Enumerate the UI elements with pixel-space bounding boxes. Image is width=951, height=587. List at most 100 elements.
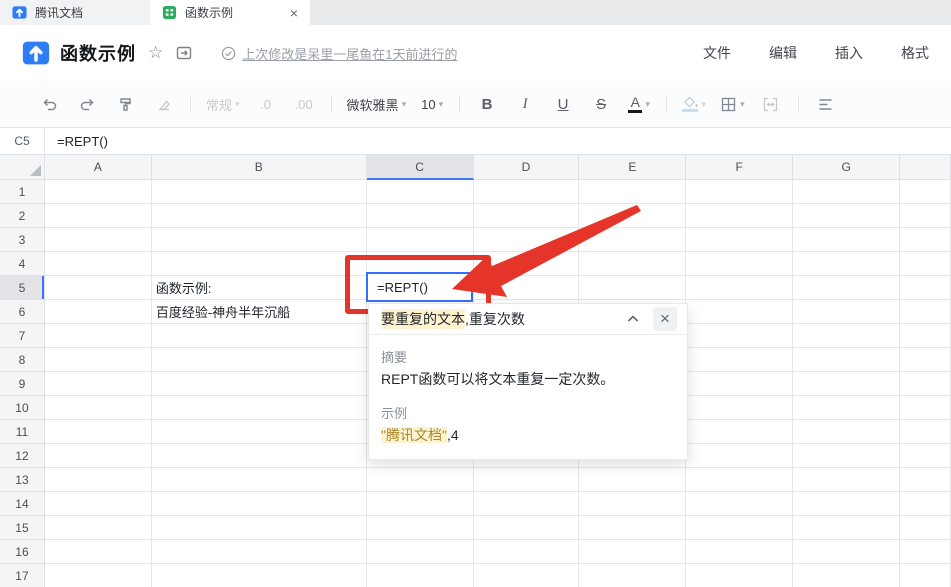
- grid-cell-G3[interactable]: [793, 228, 900, 252]
- row-header-9[interactable]: 9: [0, 372, 45, 396]
- grid-cell-G17[interactable]: [793, 564, 900, 587]
- grid-cell-E5[interactable]: [579, 276, 686, 300]
- grid-cell-F5[interactable]: [686, 276, 793, 300]
- grid-cell-B1[interactable]: [152, 180, 367, 204]
- grid-cell-F4[interactable]: [686, 252, 793, 276]
- menu-format[interactable]: 格式: [901, 43, 929, 63]
- grid-cell-B14[interactable]: [152, 492, 367, 516]
- grid-cell-G1[interactable]: [793, 180, 900, 204]
- grid-cell-D2[interactable]: [474, 204, 580, 228]
- grid-cell-F9[interactable]: [686, 372, 793, 396]
- grid-cell-C16[interactable]: [367, 540, 474, 564]
- eraser-button[interactable]: [151, 91, 175, 117]
- grid-cell-E2[interactable]: [579, 204, 686, 228]
- row-header-13[interactable]: 13: [0, 468, 45, 492]
- grid-cell-G16[interactable]: [793, 540, 900, 564]
- grid-cell-A11[interactable]: [45, 420, 152, 444]
- row-header-8[interactable]: 8: [0, 348, 45, 372]
- grid-cell-D16[interactable]: [474, 540, 580, 564]
- grid-cell-H9[interactable]: [900, 372, 951, 396]
- grid-cell-C15[interactable]: [367, 516, 474, 540]
- grid-cell-F14[interactable]: [686, 492, 793, 516]
- text-color-button[interactable]: A ▾: [627, 91, 651, 117]
- grid-cell-C3[interactable]: [367, 228, 474, 252]
- grid-cell-G11[interactable]: [793, 420, 900, 444]
- grid-cell-B11[interactable]: [152, 420, 367, 444]
- grid-cell-H8[interactable]: [900, 348, 951, 372]
- grid-cell-A12[interactable]: [45, 444, 152, 468]
- grid-cell-B10[interactable]: [152, 396, 367, 420]
- grid-cell-A10[interactable]: [45, 396, 152, 420]
- grid-cell-G9[interactable]: [793, 372, 900, 396]
- tab-close-icon[interactable]: ×: [290, 6, 298, 20]
- grid-cell-G4[interactable]: [793, 252, 900, 276]
- font-family-dropdown[interactable]: 微软雅黑▾: [347, 91, 407, 117]
- column-header-B[interactable]: B: [152, 155, 367, 180]
- grid-cell-E4[interactable]: [579, 252, 686, 276]
- row-header-12[interactable]: 12: [0, 444, 45, 468]
- row-header-11[interactable]: 11: [0, 420, 45, 444]
- fill-color-button[interactable]: ▾: [682, 91, 706, 117]
- redo-button[interactable]: [75, 91, 99, 117]
- grid-cell-H15[interactable]: [900, 516, 951, 540]
- row-header-2[interactable]: 2: [0, 204, 45, 228]
- column-header-F[interactable]: F: [686, 155, 793, 180]
- grid-cell-G15[interactable]: [793, 516, 900, 540]
- grid-cell-G7[interactable]: [793, 324, 900, 348]
- grid-cell-A7[interactable]: [45, 324, 152, 348]
- underline-button[interactable]: U: [551, 91, 575, 117]
- grid-cell-B8[interactable]: [152, 348, 367, 372]
- grid-cell-C1[interactable]: [367, 180, 474, 204]
- grid-cell-F16[interactable]: [686, 540, 793, 564]
- grid-cell-D13[interactable]: [474, 468, 580, 492]
- close-button[interactable]: ×: [653, 307, 677, 331]
- row-header-14[interactable]: 14: [0, 492, 45, 516]
- tab-home[interactable]: 腾讯文档: [0, 0, 150, 25]
- grid-cell-B9[interactable]: [152, 372, 367, 396]
- grid-cell-A6[interactable]: [45, 300, 152, 324]
- grid-cell-C14[interactable]: [367, 492, 474, 516]
- grid-cell-H10[interactable]: [900, 396, 951, 420]
- grid-cell-H16[interactable]: [900, 540, 951, 564]
- row-header-6[interactable]: 6: [0, 300, 45, 324]
- bold-button[interactable]: B: [475, 91, 499, 117]
- grid-cell-F15[interactable]: [686, 516, 793, 540]
- grid-cell-H1[interactable]: [900, 180, 951, 204]
- column-header-G[interactable]: G: [793, 155, 900, 180]
- grid-cell-D15[interactable]: [474, 516, 580, 540]
- grid-cell-G5[interactable]: [793, 276, 900, 300]
- grid-cell-A5[interactable]: [45, 276, 152, 300]
- grid-cell-B7[interactable]: [152, 324, 367, 348]
- horizontal-align-button[interactable]: [814, 91, 838, 117]
- format-painter-button[interactable]: [113, 91, 137, 117]
- menu-edit[interactable]: 编辑: [769, 43, 797, 63]
- grid-cell-H14[interactable]: [900, 492, 951, 516]
- grid-cell-F17[interactable]: [686, 564, 793, 587]
- grid-cell-A3[interactable]: [45, 228, 152, 252]
- row-header-10[interactable]: 10: [0, 396, 45, 420]
- grid-cell-H4[interactable]: [900, 252, 951, 276]
- grid-cell-A1[interactable]: [45, 180, 152, 204]
- grid-cell-H12[interactable]: [900, 444, 951, 468]
- grid-cell-F6[interactable]: [686, 300, 793, 324]
- select-all-corner[interactable]: [0, 155, 45, 180]
- grid-cell-A8[interactable]: [45, 348, 152, 372]
- grid-cell-H7[interactable]: [900, 324, 951, 348]
- grid-cell-G14[interactable]: [793, 492, 900, 516]
- borders-button[interactable]: ▾: [720, 91, 745, 117]
- grid-cell-F3[interactable]: [686, 228, 793, 252]
- menu-file[interactable]: 文件: [703, 43, 731, 63]
- grid-cell-H6[interactable]: [900, 300, 951, 324]
- grid-cell-H11[interactable]: [900, 420, 951, 444]
- column-header-partial[interactable]: [900, 155, 951, 180]
- grid-cell-B15[interactable]: [152, 516, 367, 540]
- grid-cell-B16[interactable]: [152, 540, 367, 564]
- star-icon[interactable]: ☆: [148, 43, 163, 63]
- grid-cell-A16[interactable]: [45, 540, 152, 564]
- grid-cell-E17[interactable]: [579, 564, 686, 587]
- grid-cell-F12[interactable]: [686, 444, 793, 468]
- grid-cell-D4[interactable]: [474, 252, 580, 276]
- row-header-17[interactable]: 17: [0, 564, 45, 587]
- grid-cell-E16[interactable]: [579, 540, 686, 564]
- increase-decimal-button[interactable]: .00: [292, 91, 316, 117]
